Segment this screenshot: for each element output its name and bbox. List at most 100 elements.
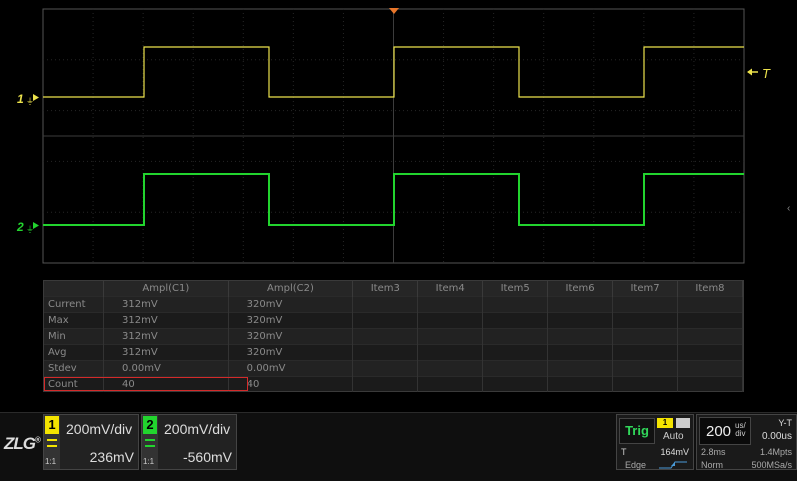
channel2-marker[interactable]: 2 ⏚ [16,220,39,234]
channel1-panel[interactable]: 1 1:1 200mV/div 236mV [43,414,139,470]
measurement-cell: 312mV [103,312,229,329]
timebase-unit: us/div [735,422,746,438]
trigger-level-marker[interactable]: T [747,66,771,81]
measurement-cell [417,328,484,345]
trigger-coupling-icon [676,418,690,428]
channel2-marker-label: 2 [16,220,24,234]
timebase-unit-bottom: div [735,429,746,438]
channel1-scale[interactable]: 200mV/div [66,421,132,437]
channel2-number: 2 [143,416,157,434]
bandwidth-limit-icon [145,439,155,447]
trigger-type[interactable]: Edge [625,460,646,470]
measurement-cell: 320mV [228,296,354,313]
trigger-panel[interactable]: Trig 1 Auto T 164mV Edge [616,414,694,470]
svg-text:⏚: ⏚ [26,97,34,106]
measurement-cell [417,376,484,392]
channel1-marker-label: 1 [17,92,24,106]
waveform-display[interactable]: 1 ⏚ 2 ⏚ T [0,0,797,280]
side-menu-collapse-icon[interactable]: ‹ [787,203,790,214]
measurement-header[interactable]: Item6 [547,281,614,297]
measurement-row-label: Stdev [44,360,104,377]
measurement-cell [352,376,419,392]
brand-logo: ZLG® [4,434,41,454]
measurement-header [44,281,104,297]
measurement-cell [482,376,549,392]
measurement-cell [612,328,678,345]
trigger-mode[interactable]: Auto [663,431,684,442]
measurement-header[interactable]: Ampl(C2) [228,281,354,297]
measurement-cell: 0.00mV [103,360,229,377]
trigger-level-label: T [762,66,771,81]
measurement-cell [352,312,419,329]
measurement-cell [417,360,484,377]
measurement-cell [547,376,614,392]
measurement-cell [352,360,419,377]
measurement-cell [612,344,678,361]
timebase-scale-box[interactable]: 200 us/div [699,417,751,445]
trigger-level[interactable]: 164mV [660,447,689,457]
measurement-row: Min 312mV 320mV [44,328,743,345]
measurement-cell [612,376,678,392]
channel2-scale[interactable]: 200mV/div [164,421,230,437]
timebase-mode[interactable]: Y-T [778,418,792,428]
measurement-cell [482,296,549,313]
measurement-header[interactable]: Item8 [677,281,743,297]
channel2-panel[interactable]: 2 1:1 200mV/div -560mV [141,414,237,470]
measurement-header[interactable]: Ampl(C1) [103,281,229,297]
measurement-cell [482,344,549,361]
measurement-row-label: Max [44,312,104,329]
measurement-row: Current 312mV 320mV [44,296,743,313]
measurement-row: Stdev 0.00mV 0.00mV [44,360,743,377]
measurement-cell: 312mV [103,296,229,313]
measurement-row: Avg 312mV 320mV [44,344,743,361]
timebase-delay[interactable]: 0.00us [762,431,792,442]
channel2-offset[interactable]: -560mV [183,449,232,465]
channel1-offset[interactable]: 236mV [90,449,134,465]
measurement-header[interactable]: Item4 [417,281,484,297]
channel1-indicator: 1 1:1 [44,415,60,469]
measurement-table: Ampl(C1) Ampl(C2) Item3 Item4 Item5 Item… [43,280,744,392]
measurement-cell [417,344,484,361]
measurement-cell [482,328,549,345]
channel1-marker[interactable]: 1 ⏚ [17,92,39,106]
bandwidth-limit-icon [47,439,57,447]
count-row-highlight [44,377,248,391]
measurement-cell [352,344,419,361]
measurement-cell [547,360,614,377]
measurement-cell: 312mV [103,344,229,361]
measurement-cell [612,296,678,313]
channel1-number: 1 [45,416,59,434]
sample-rate: 500MSa/s [751,460,792,470]
measurement-cell [547,312,614,329]
measurement-cell [482,312,549,329]
logo-text: ZLG [4,434,36,453]
measurement-cell: 320mV [228,328,354,345]
measurement-cell [417,296,484,313]
measurement-cell [417,312,484,329]
measurement-cell [612,312,678,329]
measurement-header[interactable]: Item3 [352,281,419,297]
measurement-cell: 312mV [103,328,229,345]
trigger-label: Trig [619,418,655,444]
measurement-cell: 0.00mV [228,360,354,377]
channel2-probe-ratio: 1:1 [143,457,155,466]
measurement-cell [547,344,614,361]
measurement-row-label: Avg [44,344,104,361]
measurement-cell [677,312,743,329]
measurement-cell [482,360,549,377]
measurement-header-row: Ampl(C1) Ampl(C2) Item3 Item4 Item5 Item… [44,281,743,297]
measurement-cell [677,360,743,377]
measurement-cell [352,328,419,345]
timebase-scale: 200 [706,423,732,440]
time-window: 2.8ms [701,447,726,457]
timebase-panel[interactable]: 200 us/div Y-T 0.00us 2.8ms 1.4Mpts Norm… [696,414,797,470]
acquisition-mode[interactable]: Norm [701,460,723,470]
svg-text:⏚: ⏚ [26,225,34,234]
measurement-cell [677,376,743,392]
measurement-cell [612,360,678,377]
measurement-cell [547,328,614,345]
trigger-source[interactable]: 1 [657,418,673,428]
measurement-header[interactable]: Item5 [482,281,549,297]
measurement-header[interactable]: Item7 [612,281,678,297]
measurement-cell [352,296,419,313]
